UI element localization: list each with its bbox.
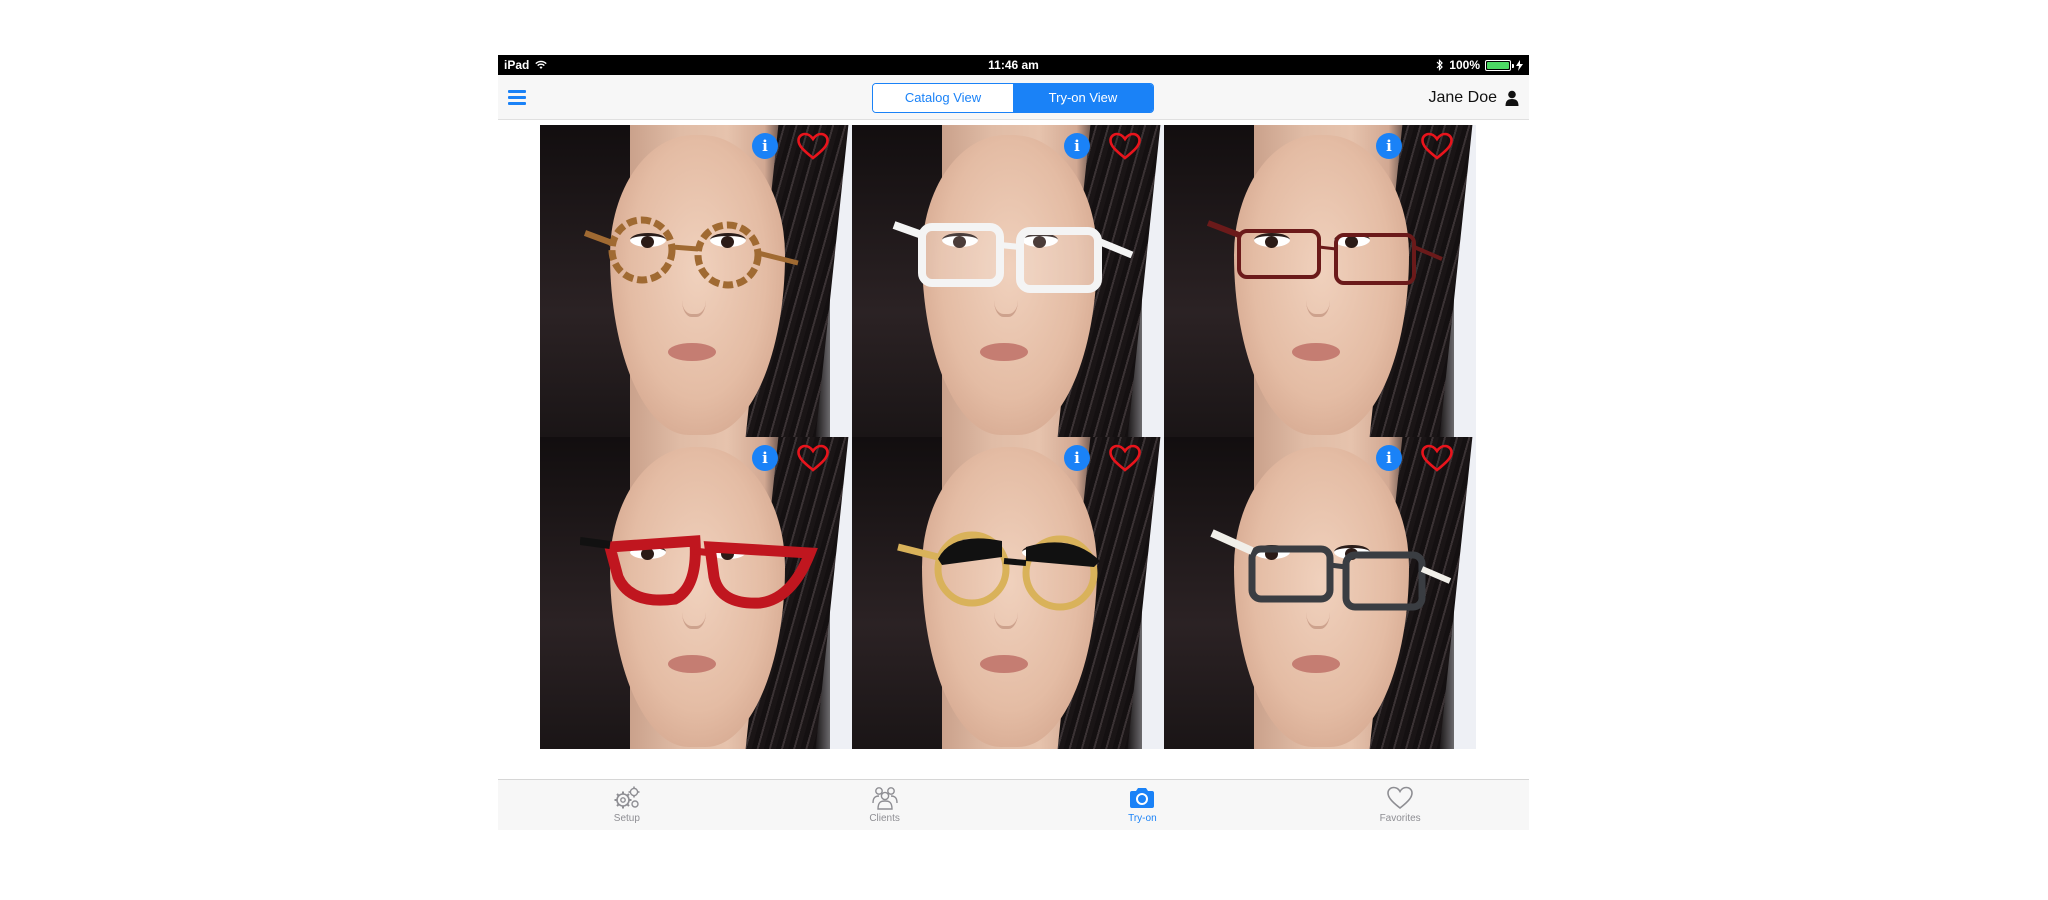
tryon-tile[interactable]: i xyxy=(1164,437,1476,749)
heart-icon xyxy=(1387,786,1413,810)
tab-setup[interactable]: Setup xyxy=(498,780,756,830)
lips xyxy=(668,655,716,673)
user-name: Jane Doe xyxy=(1428,88,1498,106)
lips xyxy=(1292,655,1340,673)
tab-tryon[interactable]: Try-on xyxy=(1014,780,1272,830)
tryon-tile[interactable]: i xyxy=(852,437,1164,749)
info-button[interactable]: i xyxy=(752,445,778,471)
battery-percent: 100% xyxy=(1449,58,1480,72)
user-menu[interactable]: Jane Doe xyxy=(1429,75,1520,120)
battery-icon xyxy=(1485,59,1514,71)
tab-tryon-label: Try-on xyxy=(1128,813,1157,824)
info-button[interactable]: i xyxy=(1064,445,1090,471)
favorite-heart-icon[interactable] xyxy=(1420,443,1454,473)
tryon-tile[interactable]: i xyxy=(852,125,1164,437)
info-button[interactable]: i xyxy=(752,133,778,159)
eyeglasses-frame xyxy=(897,531,1100,611)
ipad-screen: iPad 11:46 am 100% Catalog View Try-on V… xyxy=(498,55,1529,830)
tab-setup-label: Setup xyxy=(613,813,640,824)
catalog-view-segment[interactable]: Catalog View xyxy=(873,84,1013,112)
nav-bar: Catalog View Try-on View Jane Doe xyxy=(498,75,1529,120)
status-time: 11:46 am xyxy=(988,58,1039,72)
tryon-tile[interactable]: i xyxy=(540,437,852,749)
lips xyxy=(980,655,1028,673)
info-button[interactable]: i xyxy=(1376,133,1402,159)
user-icon xyxy=(1505,90,1519,106)
lips xyxy=(1292,343,1340,361)
gears-icon xyxy=(614,786,640,809)
tryon-tile[interactable]: i xyxy=(540,125,852,437)
tab-clients-label: Clients xyxy=(869,813,900,824)
info-button[interactable]: i xyxy=(1064,133,1090,159)
status-bar: iPad 11:46 am 100% xyxy=(498,55,1529,75)
tab-favorites-label: Favorites xyxy=(1379,813,1421,824)
tryon-view-segment[interactable]: Try-on View xyxy=(1013,84,1153,112)
favorite-heart-icon[interactable] xyxy=(1108,443,1142,473)
eyeglasses-frame xyxy=(580,535,818,609)
eyeglasses-frame xyxy=(892,221,1134,293)
status-right: 100% xyxy=(1436,55,1523,75)
favorite-heart-icon[interactable] xyxy=(1420,131,1454,161)
tryon-tile[interactable]: i xyxy=(1164,125,1476,437)
favorite-heart-icon[interactable] xyxy=(796,443,830,473)
favorite-heart-icon[interactable] xyxy=(796,131,830,161)
people-icon xyxy=(871,787,898,810)
lips xyxy=(668,343,716,361)
camera-icon xyxy=(1130,788,1155,808)
tab-bar: Setup Clients Try-on Favorites xyxy=(498,779,1529,830)
charging-icon xyxy=(1516,59,1523,71)
menu-icon[interactable] xyxy=(506,86,528,108)
tryon-grid: i i i i i i xyxy=(540,125,1476,749)
eyeglasses-frame xyxy=(583,216,799,289)
lips xyxy=(980,343,1028,361)
tab-favorites[interactable]: Favorites xyxy=(1271,780,1529,830)
bluetooth-icon xyxy=(1436,59,1444,71)
tab-clients[interactable]: Clients xyxy=(756,780,1014,830)
view-segmented-control: Catalog View Try-on View xyxy=(872,83,1154,113)
favorite-heart-icon[interactable] xyxy=(1108,131,1142,161)
eyeglasses-frame xyxy=(1206,220,1443,285)
info-button[interactable]: i xyxy=(1376,445,1402,471)
eyeglasses-frame xyxy=(1210,529,1452,611)
